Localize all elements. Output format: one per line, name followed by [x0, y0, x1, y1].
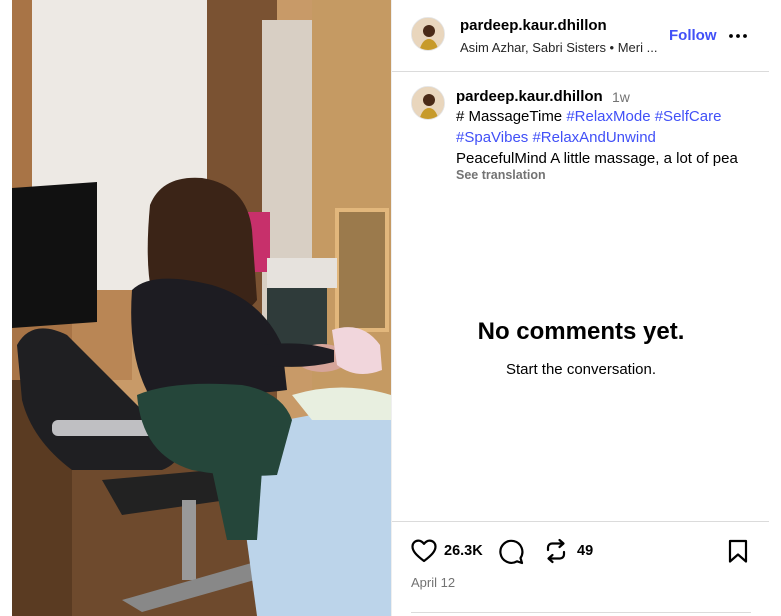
likes-count[interactable]: 26.3K [444, 543, 483, 559]
caption-line-2: #SpaVibes #RelaxAndUnwind [456, 129, 656, 146]
hashtag-link[interactable]: #RelaxMode [566, 108, 650, 125]
empty-comments-subtitle: Start the conversation. [505, 361, 657, 378]
see-translation-link[interactable]: See translation [456, 168, 546, 182]
page-gutter-right [769, 0, 781, 616]
comment-box-divider [411, 612, 751, 613]
post-date[interactable]: April 12 [411, 575, 455, 590]
heart-icon[interactable] [411, 539, 437, 563]
caption-avatar[interactable] [411, 86, 445, 120]
caption-line-1: # MassageTime #RelaxMode #SelfCare [456, 108, 721, 125]
caption-username[interactable]: pardeep.kaur.dhillon [456, 88, 603, 105]
hashtag-link[interactable]: #SpaVibes [456, 129, 528, 146]
reposts-count[interactable]: 49 [577, 543, 593, 559]
post-side-panel: pardeep.kaur.dhillon Asim Azhar, Sabri S… [391, 0, 770, 616]
empty-comments-title: No comments yet. [477, 318, 685, 345]
caption-line-3: PeacefulMind A little massage, a lot of … [456, 150, 738, 167]
repost-icon[interactable] [543, 538, 569, 564]
avatar-image [412, 87, 444, 119]
page-gutter-left [0, 0, 12, 616]
caption-timestamp[interactable]: 1w [612, 89, 630, 105]
bookmark-icon[interactable] [727, 539, 749, 564]
video-frame [12, 0, 391, 616]
caption-block: pardeep.kaur.dhillon 1w # MassageTime #R… [392, 0, 752, 190]
hashtag-link[interactable]: #SelfCare [655, 108, 722, 125]
caption-text: # MassageTime [456, 108, 563, 125]
actions-divider [392, 521, 770, 522]
hashtag-link[interactable]: #RelaxAndUnwind [532, 129, 655, 146]
comment-icon[interactable] [498, 539, 524, 565]
post-video[interactable] [12, 0, 391, 616]
